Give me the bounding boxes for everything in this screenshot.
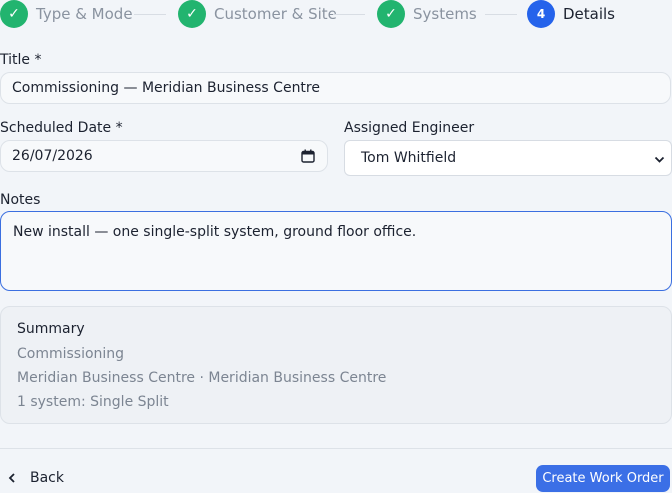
create-work-order-label: Create Work Order xyxy=(542,471,664,486)
calendar-icon[interactable] xyxy=(301,149,315,167)
step-label: Systems xyxy=(413,5,477,23)
step-label: Customer & Site xyxy=(214,5,337,23)
scheduled-date-label: Scheduled Date * xyxy=(0,120,123,136)
assigned-engineer-value: Tom Whitfield xyxy=(361,150,457,166)
step-connector xyxy=(485,14,517,15)
scheduled-date-value: 26/07/2026 xyxy=(12,148,93,164)
step-connector xyxy=(333,14,365,15)
title-label: Title * xyxy=(0,52,42,68)
notes-textarea[interactable]: New install — one single-split system, g… xyxy=(0,211,672,291)
step-customer-site[interactable]: ✓ Customer & Site xyxy=(178,0,337,28)
step-connector xyxy=(134,14,166,15)
step-label: Details xyxy=(563,5,616,23)
notes-value: New install — one single-split system, g… xyxy=(13,224,417,240)
summary-work-type: Commissioning xyxy=(17,346,125,362)
step-number-badge: 4 xyxy=(527,0,555,28)
summary-systems: 1 system: Single Split xyxy=(17,394,169,410)
chevron-down-icon xyxy=(654,153,665,169)
checkmark-icon: ✓ xyxy=(178,0,206,28)
wizard-stepper: ✓ Type & Mode ✓ Customer & Site ✓ System… xyxy=(0,0,672,30)
chevron-left-icon xyxy=(8,473,16,483)
notes-label: Notes xyxy=(0,192,41,208)
checkmark-icon: ✓ xyxy=(377,0,405,28)
back-button[interactable]: Back xyxy=(8,466,64,490)
summary-heading: Summary xyxy=(17,321,85,337)
checkmark-icon: ✓ xyxy=(0,0,28,28)
scheduled-date-input[interactable]: 26/07/2026 xyxy=(0,140,328,172)
assigned-engineer-select[interactable]: Tom Whitfield xyxy=(344,140,672,176)
step-details[interactable]: 4 Details xyxy=(527,0,615,28)
footer-divider xyxy=(0,448,672,449)
create-work-order-button[interactable]: Create Work Order xyxy=(536,465,670,492)
step-type-mode[interactable]: ✓ Type & Mode xyxy=(0,0,133,28)
summary-site: Meridian Business Centre · Meridian Busi… xyxy=(17,370,387,386)
title-input[interactable]: Commissioning — Meridian Business Centre xyxy=(0,72,671,104)
step-systems[interactable]: ✓ Systems xyxy=(377,0,477,28)
back-button-label: Back xyxy=(30,470,64,486)
step-label: Type & Mode xyxy=(36,5,133,23)
title-input-value: Commissioning — Meridian Business Centre xyxy=(12,80,320,96)
assigned-engineer-label: Assigned Engineer xyxy=(344,120,475,136)
summary-panel: Summary Commissioning Meridian Business … xyxy=(0,306,672,424)
